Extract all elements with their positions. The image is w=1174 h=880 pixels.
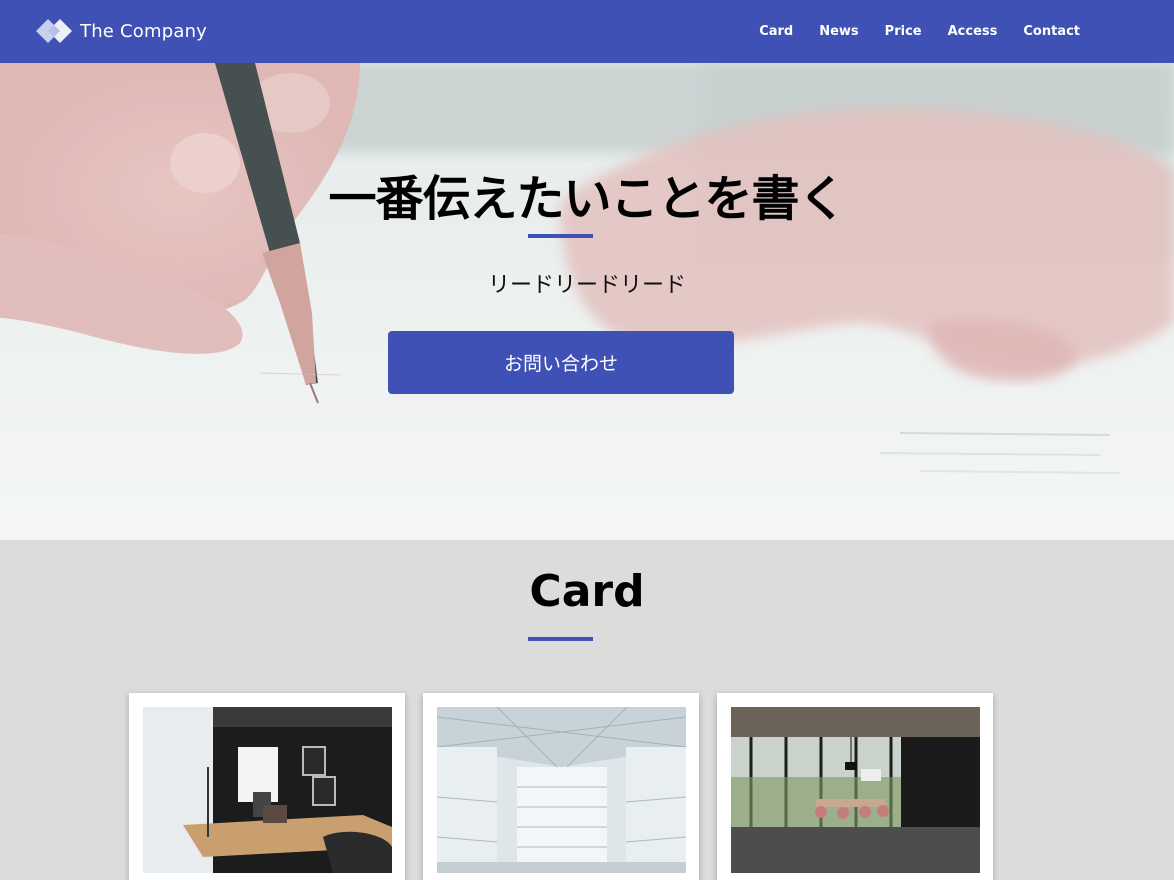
card-section-underline [528, 637, 593, 641]
hero-lead: リードリードリード [487, 273, 686, 298]
hero-title: 一番伝えたいことを書く [328, 171, 846, 227]
main-nav: Card News Price Access Contact [733, 0, 1080, 63]
site-header: The Company Card News Price Access Conta… [0, 0, 1174, 63]
logo-text: The Company [80, 20, 208, 42]
card-image-office [143, 707, 392, 873]
nav-card[interactable]: Card [759, 24, 793, 39]
card-item[interactable] [717, 693, 993, 880]
nav-news[interactable]: News [819, 24, 858, 39]
card-item[interactable] [423, 693, 699, 880]
card-image-atrium [437, 707, 686, 873]
card-image-meeting-room [731, 707, 980, 873]
card-section-title: Card [529, 566, 645, 617]
nav-contact[interactable]: Contact [1023, 24, 1080, 39]
logo[interactable]: The Company [34, 15, 207, 47]
contact-button[interactable]: お問い合わせ [388, 331, 734, 394]
hero-section: 一番伝えたいことを書く リードリードリード お問い合わせ [0, 63, 1174, 540]
card-item[interactable] [129, 693, 405, 880]
nav-access[interactable]: Access [948, 24, 998, 39]
nav-price[interactable]: Price [885, 24, 922, 39]
hero-title-underline [528, 234, 593, 238]
hero-background-image [0, 63, 1174, 540]
diamond-logo-icon [36, 19, 72, 43]
